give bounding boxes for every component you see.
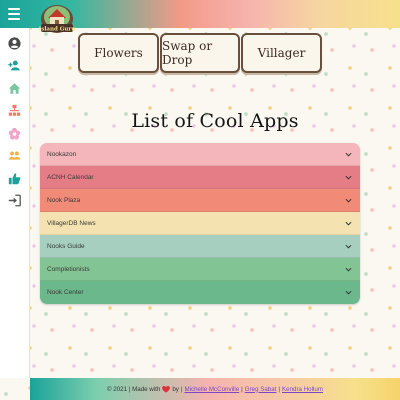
home-icon: [8, 82, 21, 94]
author-link-kendra[interactable]: Kendra Hollum: [282, 386, 323, 393]
apps-accordion: Nookazon ACNH Calendar Nook Plaza Villag…: [40, 143, 360, 304]
flower-icon: [8, 127, 21, 140]
page-title: List of Cool Apps: [131, 110, 299, 132]
accordion-item-villagerdb-news[interactable]: VillagerDB News: [40, 212, 360, 235]
author-link-michelle[interactable]: Michelle McConville: [184, 386, 239, 393]
accordion-item-label: ACNH Calendar: [47, 173, 94, 181]
sidebar-login-button[interactable]: [6, 192, 24, 210]
island-guru-logo[interactable]: Island Guru: [36, 2, 78, 36]
thumbs-up-icon: [8, 172, 21, 184]
sidebar-profile-button[interactable]: [6, 34, 24, 52]
chevron-down-icon: [345, 244, 352, 249]
accordion-item-label: Nooks Guide: [47, 242, 85, 250]
sidebar-sitemap-button[interactable]: [6, 102, 24, 120]
chevron-down-icon: [345, 198, 352, 203]
sidebar-likes-button[interactable]: [6, 169, 24, 187]
accordion-item-label: VillagerDB News: [47, 219, 96, 227]
sidebar-signup-button[interactable]: [6, 57, 24, 75]
chevron-down-icon: [345, 175, 352, 180]
author-link-greg[interactable]: Greg Sabat: [245, 386, 277, 393]
add-user-icon: [8, 60, 20, 71]
accordion-item-label: Completionists: [47, 265, 90, 273]
sidebar-villagers-button[interactable]: [6, 147, 24, 165]
sidebar: [0, 28, 30, 378]
footer-copyright: © 2021 | Made with: [107, 385, 161, 393]
accordion-item-nookazon[interactable]: Nookazon: [40, 143, 360, 166]
accordion-item-nook-center[interactable]: Nook Center: [40, 281, 360, 304]
sidebar-home-button[interactable]: [6, 79, 24, 97]
chevron-down-icon: [345, 152, 352, 157]
sidebar-flowers-button[interactable]: [6, 124, 24, 142]
sitemap-icon: [8, 104, 21, 116]
accordion-item-nooks-guide[interactable]: Nooks Guide: [40, 235, 360, 258]
logo-text: Island Guru: [39, 26, 76, 32]
accordion-item-acnh-calendar[interactable]: ACNH Calendar: [40, 166, 360, 189]
footer-by: by: [172, 385, 179, 393]
chevron-down-icon: [345, 267, 352, 272]
footer: © 2021 | Made with by | Michelle McConvi…: [30, 378, 400, 400]
accordion-item-label: Nook Center: [47, 289, 84, 296]
accordion-item-completionists[interactable]: Completionists: [40, 258, 360, 281]
flowers-nav-button[interactable]: Flowers: [78, 33, 159, 73]
swap-or-drop-nav-button[interactable]: Swap or Drop: [160, 33, 240, 73]
sign-in-icon: [8, 194, 21, 207]
heart-icon: [162, 385, 171, 393]
villager-nav-button[interactable]: Villager: [241, 33, 322, 73]
chevron-down-icon: [345, 221, 352, 226]
people-icon: [8, 151, 21, 160]
hamburger-menu-icon[interactable]: [8, 8, 20, 20]
accordion-item-label: Nookazon: [47, 150, 77, 158]
chevron-down-icon: [345, 290, 352, 295]
accordion-item-nook-plaza[interactable]: Nook Plaza: [40, 189, 360, 212]
user-circle-icon: [8, 36, 21, 50]
accordion-item-label: Nook Plaza: [47, 196, 81, 204]
